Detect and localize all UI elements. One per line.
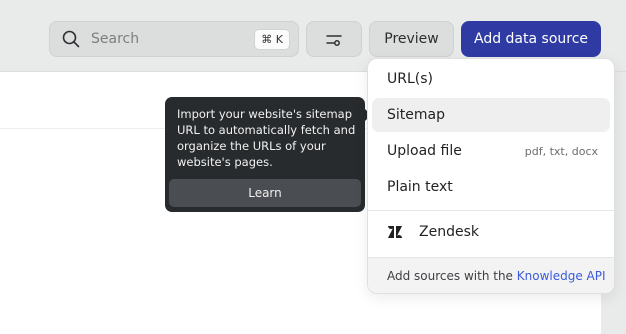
menu-divider: [368, 210, 614, 211]
file-types-hint: pdf, txt, docx: [524, 145, 598, 158]
menu-footer: Add sources with the Knowledge API: [368, 257, 614, 293]
menu-item-plain-text[interactable]: Plain text: [372, 170, 610, 204]
preview-button[interactable]: Preview: [369, 21, 454, 57]
footer-text: Add sources with the: [387, 269, 513, 283]
filter-button[interactable]: [306, 21, 362, 57]
tooltip-text: Import your website's sitemap URL to aut…: [177, 107, 356, 169]
add-data-source-button[interactable]: Add data source: [461, 21, 601, 57]
search-placeholder: Search: [91, 31, 140, 47]
menu-item-urls[interactable]: URL(s): [372, 62, 610, 96]
zendesk-icon: [388, 226, 402, 238]
menu-item-label: Sitemap: [387, 107, 445, 123]
search-box[interactable]: Search ⌘ K: [49, 21, 299, 57]
learn-button[interactable]: Learn: [169, 179, 361, 207]
sitemap-tooltip: Import your website's sitemap URL to aut…: [165, 97, 371, 212]
knowledge-api-link[interactable]: Knowledge API: [517, 269, 606, 283]
search-shortcut-badge: ⌘ K: [254, 29, 290, 50]
search-icon: [62, 30, 80, 48]
menu-item-label: URL(s): [387, 71, 433, 87]
sliders-icon: [326, 35, 342, 46]
menu-item-sitemap[interactable]: Sitemap: [372, 98, 610, 132]
zendesk-label: Zendesk: [419, 224, 479, 240]
menu-item-label: Plain text: [387, 179, 453, 195]
add-data-source-menu: URL(s) Sitemap Upload file pdf, txt, doc…: [367, 58, 615, 294]
menu-item-label: Upload file: [387, 143, 462, 159]
menu-item-upload-file[interactable]: Upload file pdf, txt, docx: [372, 134, 610, 168]
menu-item-zendesk[interactable]: Zendesk: [372, 215, 610, 249]
